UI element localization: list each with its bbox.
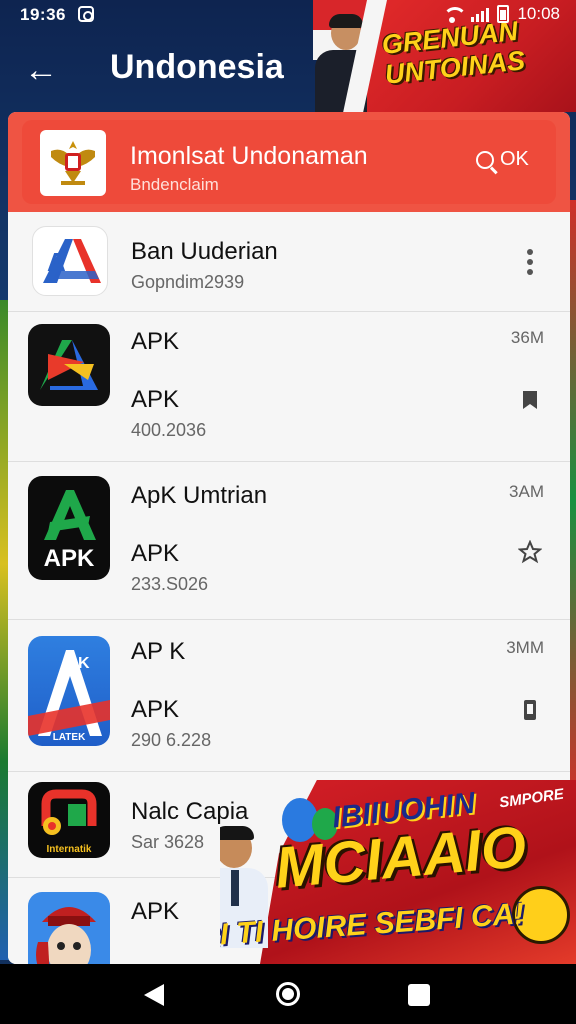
status-right-text: 10:08 — [517, 4, 560, 23]
list-item[interactable]: APK APK 400.2036 36M — [8, 312, 570, 462]
app-title: Ban Uuderian — [131, 238, 278, 265]
nav-recents-icon[interactable] — [408, 984, 430, 1006]
featured-app-bar[interactable]: Imonlsat Undonaman Bndenclaim OK — [8, 112, 570, 212]
icon-small-text: LATEK — [53, 732, 86, 743]
app-icon-play-a — [28, 324, 110, 406]
app-label: APK — [131, 696, 180, 723]
featured-app-name: Imonlsat Undonaman — [130, 142, 368, 170]
list-item[interactable]: APK ApK Umtrian APK 233.S026 3AM — [8, 462, 570, 620]
search-button-label: OK — [500, 148, 529, 170]
list-item[interactable]: K LATEK AP K APK 290 6.228 3MM — [8, 620, 570, 772]
app-label: APK — [131, 540, 180, 567]
battery-icon — [497, 5, 510, 23]
phone-icon[interactable] — [518, 698, 542, 722]
notification-icon — [78, 6, 94, 22]
status-time: 19:36 — [20, 5, 66, 24]
featured-app-subtitle: Bndenclaim — [130, 175, 219, 194]
app-icon-apk: APK — [28, 476, 110, 580]
more-vert-icon[interactable] — [518, 248, 542, 275]
back-arrow-icon[interactable]: ← — [24, 52, 60, 88]
app-size: 3AM — [509, 482, 544, 501]
page-title: Undonesia — [110, 48, 284, 86]
navigation-bar — [0, 964, 576, 1024]
app-size: 3MM — [506, 638, 544, 657]
garuda-emblem-icon — [40, 130, 106, 196]
signal-icon — [471, 6, 490, 22]
app-title: AP K — [131, 638, 186, 665]
app-subtitle: Gopndim2939 — [131, 272, 245, 292]
header: ← Undonesia — [0, 28, 576, 112]
app-title: APK — [131, 328, 180, 355]
search-icon — [476, 150, 494, 169]
app-subtitle: 233.S026 — [131, 574, 209, 594]
app-label: APK — [131, 386, 180, 413]
app-subtitle: Sar 3628 — [131, 832, 205, 852]
status-right: 10:08 — [441, 4, 560, 24]
app-subtitle: 290 6.228 — [131, 730, 212, 750]
star-icon[interactable] — [517, 539, 543, 564]
search-button[interactable]: OK — [476, 148, 529, 171]
icon-small-text: Internatik — [46, 844, 91, 855]
status-bar: 19:36 10:08 — [0, 0, 576, 28]
wifi-icon — [441, 5, 468, 23]
app-size: 36M — [510, 328, 544, 347]
app-icon-a-blue: K LATEK — [28, 636, 110, 746]
app-subtitle: 400.2036 — [131, 420, 207, 440]
screen: GRENUAN UNTOINAS 19:36 10:08 ← Undonesia — [0, 0, 576, 1024]
app-icon-character — [28, 892, 110, 964]
bookmark-icon[interactable] — [518, 388, 542, 412]
app-icon-a: A — [32, 226, 108, 296]
app-icon-internatik: Internatik — [28, 782, 110, 858]
nav-home-icon[interactable] — [276, 982, 300, 1006]
svg-text:A: A — [47, 247, 66, 277]
list-item[interactable]: A Ban Uuderian Gopndim2939 — [8, 212, 570, 312]
app-title: ApK Umtrian — [131, 482, 268, 509]
nav-back-icon[interactable] — [144, 984, 164, 1006]
bottom-promo-banner[interactable]: SMPORE IBIIUOHIN MCIAAIO LARI TI HOIRE S… — [220, 770, 576, 964]
apk-icon-text: APK — [44, 545, 95, 572]
svg-text:K: K — [78, 655, 90, 672]
app-title: APK — [131, 898, 180, 925]
